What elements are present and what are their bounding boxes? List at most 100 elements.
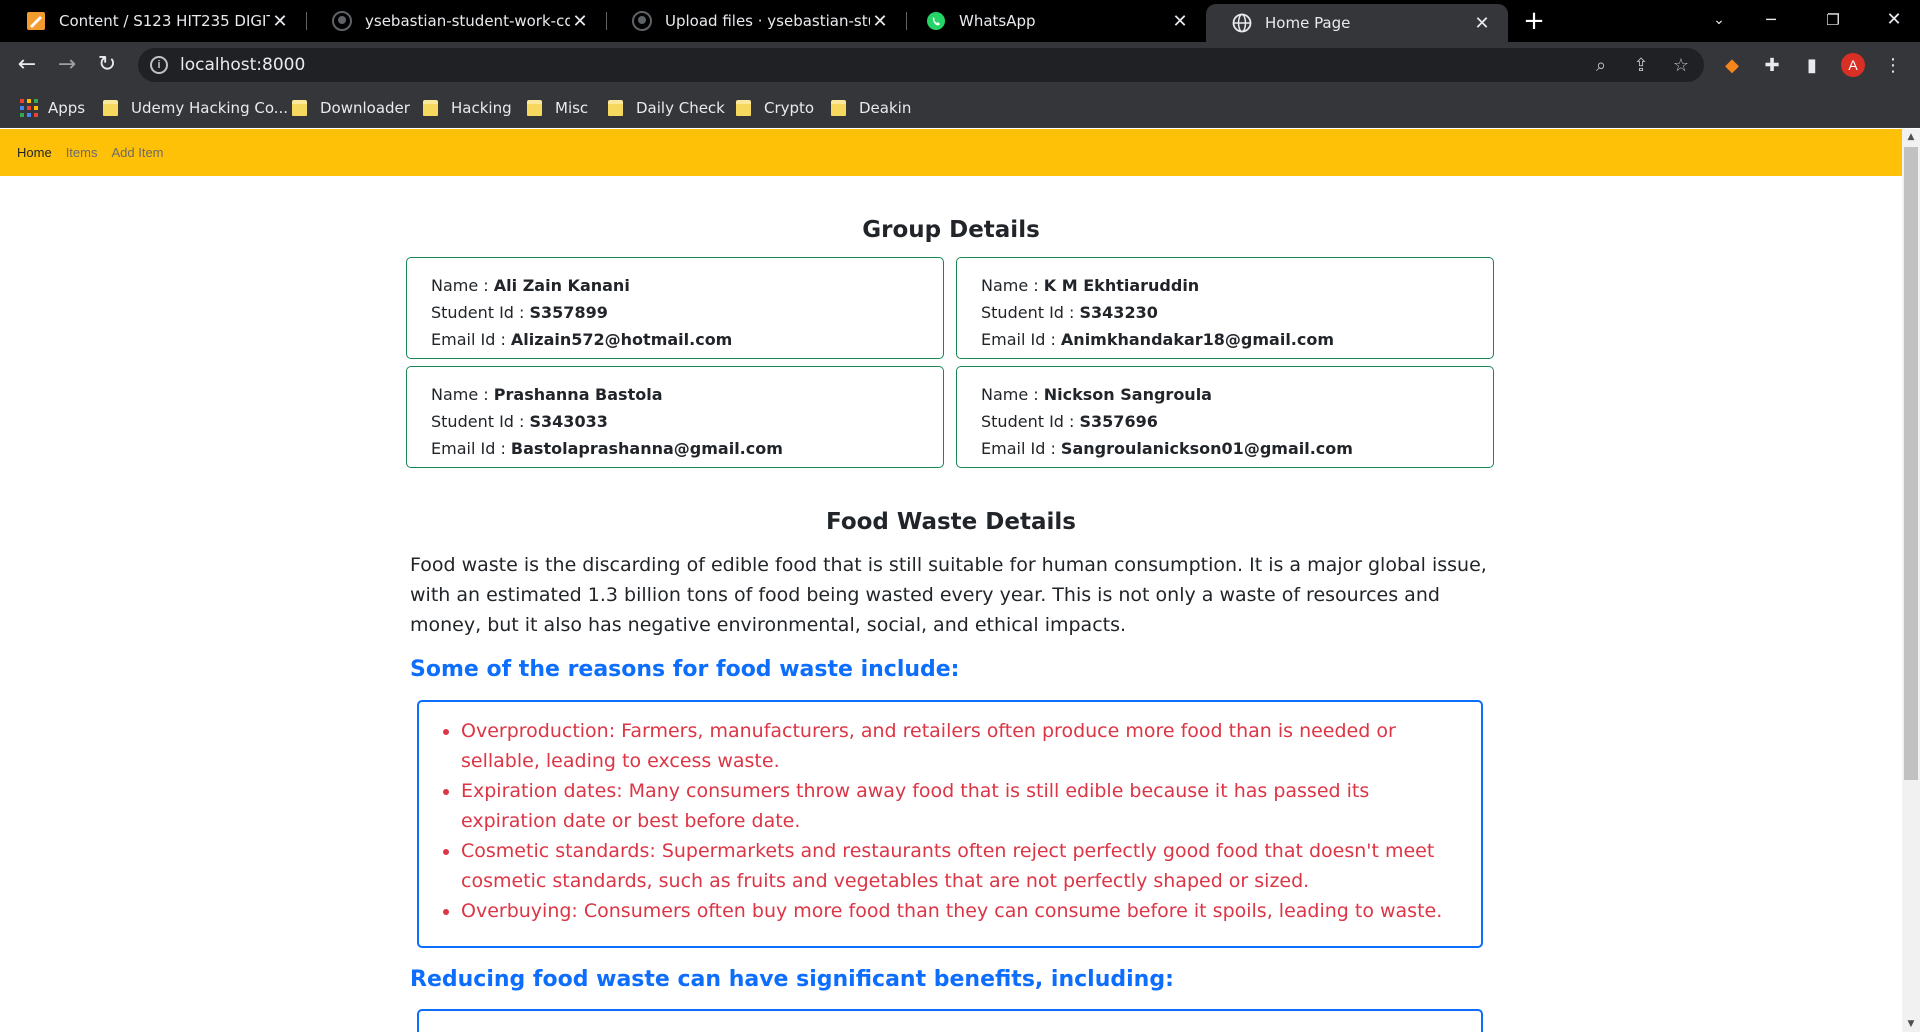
- page-viewport: Home Items Add Item Group Details Name :…: [0, 129, 1902, 1032]
- extensions-puzzle-icon[interactable]: ✚: [1760, 54, 1784, 78]
- member-student-id: S357696: [1079, 412, 1158, 431]
- member-student-id: S357899: [529, 303, 608, 322]
- menu-kebab-icon[interactable]: ⋮: [1881, 54, 1905, 78]
- benefits-heading: Reducing food waste can have significant…: [410, 967, 1174, 992]
- bookmark-label: Apps: [48, 99, 86, 117]
- address-bar[interactable]: i localhost:8000 ⌕ ⇪ ☆: [138, 48, 1704, 82]
- scrollbar-thumb[interactable]: [1904, 147, 1918, 780]
- member-card: Name : K M Ekhtiaruddin Student Id : S34…: [956, 257, 1494, 359]
- tab-title: Home Page: [1265, 14, 1351, 32]
- group-details-heading: Group Details: [862, 217, 1040, 243]
- member-name: Nickson Sangroula: [1043, 385, 1212, 404]
- email-label: Email Id :: [981, 439, 1056, 458]
- member-card: Name : Ali Zain Kanani Student Id : S357…: [406, 257, 944, 359]
- member-name-row: Name : Nickson Sangroula: [981, 381, 1493, 408]
- tab-close-icon[interactable]: ✕: [1472, 13, 1492, 34]
- member-name: Ali Zain Kanani: [493, 276, 630, 295]
- globe-icon: [1232, 13, 1252, 33]
- member-student-id: S343033: [529, 412, 608, 431]
- email-label: Email Id :: [431, 439, 506, 458]
- tab-close-icon[interactable]: ✕: [1170, 11, 1190, 32]
- bookmark-label: Hacking: [451, 99, 512, 117]
- bookmark-label: Crypto: [764, 99, 815, 117]
- bookmark-folder-daily-check[interactable]: Daily Check: [608, 88, 725, 128]
- minimize-icon[interactable]: ─: [1751, 0, 1791, 42]
- bookmark-folder-crypto[interactable]: Crypto: [736, 88, 814, 128]
- folder-icon: [423, 100, 438, 116]
- name-label: Name :: [981, 276, 1039, 295]
- bookmark-folder-deakin[interactable]: Deakin: [831, 88, 911, 128]
- tab-github-repo[interactable]: ysebastian-student-work-cdu/as ✕: [306, 0, 606, 42]
- tab-github-upload[interactable]: Upload files · ysebastian-student ✕: [606, 0, 906, 42]
- scroll-up-arrow-icon[interactable]: ▲: [1902, 129, 1920, 145]
- member-email: Alizain572@hotmail.com: [510, 330, 733, 349]
- folder-icon: [831, 100, 846, 116]
- metamask-extension-icon[interactable]: ◆: [1720, 54, 1744, 78]
- nav-link-add-item[interactable]: Add Item: [111, 145, 163, 160]
- member-name-row: Name : K M Ekhtiaruddin: [981, 272, 1493, 299]
- window-close-icon[interactable]: ✕: [1874, 0, 1914, 42]
- d2l-icon: [27, 12, 45, 30]
- nav-link-home[interactable]: Home: [17, 145, 52, 160]
- site-info-icon[interactable]: i: [150, 56, 168, 74]
- new-tab-button[interactable]: +: [1518, 6, 1550, 36]
- member-student-id: S343230: [1079, 303, 1158, 322]
- tab-title: WhatsApp: [959, 12, 1036, 30]
- tab-title: Upload files · ysebastian-student: [665, 12, 870, 30]
- whatsapp-icon: [927, 12, 945, 30]
- bookmark-label: Deakin: [859, 99, 912, 117]
- tab-close-icon[interactable]: ✕: [870, 11, 890, 32]
- url-text[interactable]: localhost:8000: [180, 55, 305, 75]
- bookmark-folder-hacking[interactable]: Hacking: [423, 88, 512, 128]
- tab-search-icon[interactable]: ⌄: [1699, 0, 1739, 42]
- member-id-row: Student Id : S357899: [431, 299, 943, 326]
- folder-icon: [527, 100, 542, 116]
- profile-avatar[interactable]: A: [1841, 53, 1865, 77]
- folder-icon: [736, 100, 751, 116]
- reasons-list: Overproduction: Farmers, manufacturers, …: [461, 716, 1467, 926]
- tab-home-page[interactable]: Home Page ✕: [1206, 4, 1508, 42]
- member-name-row: Name : Prashanna Bastola: [431, 381, 943, 408]
- tab-d2l-content[interactable]: Content / S123 HIT235 DIGITAL S ✕: [0, 0, 306, 42]
- folder-icon: [608, 100, 623, 116]
- member-name: K M Ekhtiaruddin: [1043, 276, 1200, 295]
- name-label: Name :: [431, 385, 489, 404]
- list-item: Overbuying: Consumers often buy more foo…: [461, 896, 1467, 926]
- site-navbar: Home Items Add Item: [0, 129, 1902, 176]
- tab-close-icon[interactable]: ✕: [270, 11, 290, 32]
- restore-icon[interactable]: ❐: [1813, 0, 1853, 42]
- bookmark-label: Misc: [555, 99, 589, 117]
- bookmark-folder-udemy[interactable]: Udemy Hacking Co...: [103, 88, 288, 128]
- bookmark-apps[interactable]: Apps: [20, 88, 85, 128]
- member-card: Name : Nickson Sangroula Student Id : S3…: [956, 366, 1494, 468]
- reasons-box: Overproduction: Farmers, manufacturers, …: [417, 700, 1483, 948]
- name-label: Name :: [981, 385, 1039, 404]
- bookmark-folder-misc[interactable]: Misc: [527, 88, 588, 128]
- tab-bar: Content / S123 HIT235 DIGITAL S ✕ ysebas…: [0, 0, 1920, 42]
- food-waste-intro: Food waste is the discarding of edible f…: [410, 554, 1487, 636]
- member-name-row: Name : Ali Zain Kanani: [431, 272, 943, 299]
- bookmark-star-icon[interactable]: ☆: [1670, 55, 1692, 77]
- zoom-icon[interactable]: ⌕: [1590, 55, 1612, 77]
- page-scrollbar[interactable]: ▲ ▼: [1902, 129, 1920, 1032]
- back-icon[interactable]: ←: [12, 50, 42, 80]
- member-id-row: Student Id : S343230: [981, 299, 1493, 326]
- github-icon: [332, 11, 352, 31]
- forward-icon[interactable]: →: [52, 50, 82, 80]
- student-id-label: Student Id :: [981, 412, 1075, 431]
- member-email-row: Email Id : Alizain572@hotmail.com: [431, 326, 943, 353]
- scroll-down-arrow-icon[interactable]: ▼: [1902, 1016, 1920, 1032]
- side-panel-icon[interactable]: ▮: [1800, 54, 1824, 78]
- reload-icon[interactable]: ↻: [92, 50, 122, 80]
- nav-link-items[interactable]: Items: [66, 145, 98, 160]
- bookmark-folder-downloader[interactable]: Downloader: [292, 88, 410, 128]
- member-id-row: Student Id : S343033: [431, 408, 943, 435]
- tab-close-icon[interactable]: ✕: [570, 11, 590, 32]
- tab-whatsapp[interactable]: WhatsApp ✕: [900, 0, 1206, 42]
- browser-toolbar: ← → ↻ i localhost:8000 ⌕ ⇪ ☆ ◆ ✚ ▮ A ⋮: [0, 42, 1920, 88]
- member-name: Prashanna Bastola: [493, 385, 663, 404]
- member-email: Bastolaprashanna@gmail.com: [510, 439, 783, 458]
- folder-icon: [103, 100, 118, 116]
- benefits-box: [417, 1009, 1483, 1032]
- share-icon[interactable]: ⇪: [1630, 55, 1652, 77]
